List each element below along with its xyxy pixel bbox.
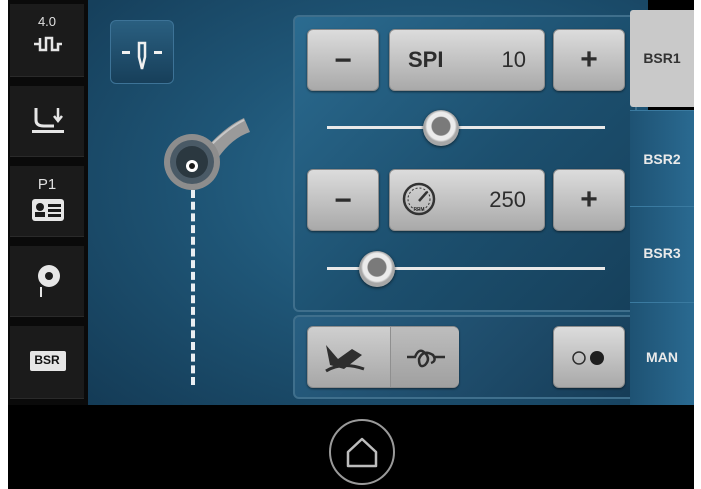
- home-icon: [346, 437, 378, 468]
- bsr-mode-tabs: BSR1 BSR2 BSR3 MAN: [630, 10, 694, 406]
- tab-bsr3-label: BSR3: [643, 245, 681, 261]
- tab-bsr2-label: BSR2: [643, 151, 681, 167]
- needle-icon: [122, 41, 162, 70]
- minus-icon: −: [334, 184, 352, 217]
- speed-decrease-button[interactable]: −: [307, 169, 379, 231]
- tab-bsr1[interactable]: BSR1: [630, 10, 694, 107]
- spi-decrease-button[interactable]: −: [307, 29, 379, 91]
- foot-pedal-icon: [325, 345, 365, 373]
- dot-mode-toggle[interactable]: [553, 326, 625, 388]
- spi-increase-button[interactable]: +: [553, 29, 625, 91]
- plus-icon: +: [580, 43, 598, 76]
- sidebar-item-program[interactable]: P1: [10, 166, 84, 237]
- spi-slider-handle[interactable]: [422, 110, 459, 146]
- speed-value: 250: [489, 187, 526, 212]
- needle-position-button[interactable]: [110, 20, 174, 84]
- speed-slider-handle[interactable]: [359, 251, 396, 287]
- sidebar-item-presser-foot[interactable]: [10, 86, 84, 157]
- sewing-machine-screen: 4.0 P1 BSR − SPI 10 + − RPM 250 + BSR1 B…: [8, 0, 694, 489]
- left-sidebar: 4.0 P1 BSR: [8, 0, 88, 405]
- tab-bsr1-label: BSR1: [643, 50, 681, 66]
- speed-increase-button[interactable]: +: [553, 169, 625, 231]
- speedometer-icon: RPM: [402, 182, 436, 216]
- tab-man-label: MAN: [646, 349, 678, 365]
- speed-value-label: 4.0: [37, 14, 57, 29]
- plus-icon: +: [580, 183, 598, 216]
- spi-slider-track[interactable]: [327, 126, 605, 129]
- tab-bsr3[interactable]: BSR3: [630, 206, 694, 302]
- spi-label: SPI: [408, 47, 444, 72]
- stitch-pattern-icon: [34, 36, 62, 52]
- main-canvas: − SPI 10 + − RPM 250 +: [88, 0, 648, 405]
- stitch-path-line: [191, 190, 195, 385]
- stitch-controls-panel: − SPI 10 + − RPM 250 +: [293, 15, 637, 312]
- function-panel: [293, 315, 637, 399]
- tab-man[interactable]: MAN: [630, 302, 694, 406]
- stitch-position-indicator: [164, 118, 250, 190]
- home-button[interactable]: [329, 419, 395, 485]
- sidebar-item-bsr[interactable]: BSR: [10, 326, 84, 399]
- spi-display: SPI 10: [389, 29, 545, 91]
- speed-display: RPM 250: [389, 169, 545, 231]
- spi-value: 10: [501, 47, 526, 72]
- sidebar-item-stitch-speed[interactable]: 4.0: [10, 4, 84, 77]
- bsr-label: BSR: [34, 353, 60, 367]
- thread-knot-icon: [407, 349, 445, 368]
- tab-bsr2[interactable]: BSR2: [630, 110, 694, 206]
- foot-thread-toggle[interactable]: [307, 326, 459, 388]
- sidebar-item-bobbin-thread[interactable]: [10, 246, 84, 317]
- toggle-dots-icon: [572, 351, 604, 365]
- bobbin-icon: [38, 265, 60, 297]
- rpm-label: RPM: [413, 207, 424, 213]
- program-card-icon: [32, 199, 64, 221]
- program-label: P1: [37, 176, 57, 193]
- minus-icon: −: [334, 44, 352, 77]
- presser-foot-up-icon: [32, 108, 64, 133]
